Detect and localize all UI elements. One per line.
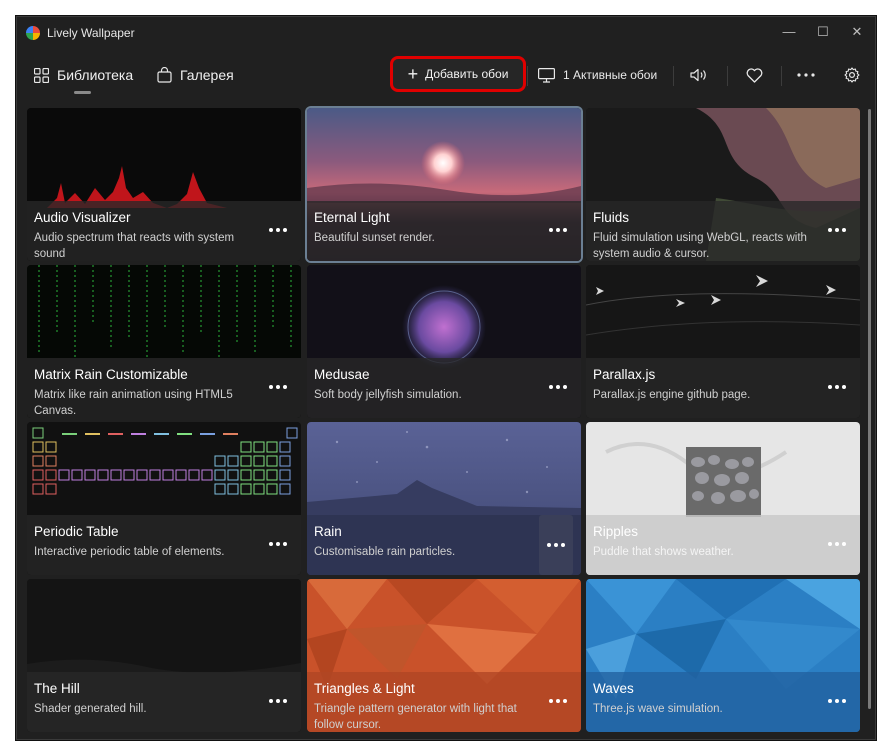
card-info: Eternal Light Beautiful sunset render. — [307, 201, 581, 261]
wallpaper-title: Periodic Table — [34, 524, 119, 539]
close-button[interactable]: ✕ — [840, 17, 874, 47]
wallpaper-title: The Hill — [34, 681, 80, 696]
wallpaper-description: Soft body jellyfish simulation. — [314, 389, 462, 401]
wallpaper-title: Matrix Rain Customizable — [34, 367, 188, 382]
nav-gallery[interactable]: Галерея — [157, 61, 234, 89]
wallpaper-description: Fluid simulation using WebGL, reacts wit… — [593, 232, 807, 260]
wallpaper-description: Interactive periodic table of elements. — [34, 546, 225, 558]
gear-icon — [844, 67, 860, 83]
separator — [727, 66, 728, 86]
wallpaper-title: Rain — [314, 524, 342, 539]
nav-library-label: Библиотека — [57, 67, 134, 83]
wallpaper-card[interactable]: Rain Customisable rain particles. — [307, 422, 581, 575]
add-wallpaper-button[interactable]: + Добавить обои — [390, 56, 526, 92]
card-more-button[interactable] — [261, 533, 295, 555]
card-more-button[interactable] — [820, 533, 854, 555]
plus-icon: + — [407, 64, 419, 84]
wallpaper-card[interactable]: Medusae Soft body jellyfish simulation. — [307, 265, 581, 418]
card-info: Rain Customisable rain particles. — [307, 515, 581, 575]
card-more-button[interactable] — [820, 690, 854, 712]
card-more-button[interactable] — [261, 376, 295, 398]
card-more-button[interactable] — [820, 376, 854, 398]
wallpaper-description: Matrix like rain animation using HTML5 C… — [34, 389, 233, 417]
more-button[interactable] — [792, 61, 820, 89]
wallpaper-title: Fluids — [593, 210, 630, 225]
card-info: Fluids Fluid simulation using WebGL, rea… — [586, 201, 860, 261]
grid-icon — [34, 67, 49, 83]
app-window: Lively Wallpaper — ☐ ✕ Библиотека Галере… — [16, 16, 876, 740]
separator — [781, 66, 782, 86]
title-bar: Lively Wallpaper — ☐ ✕ — [17, 17, 875, 49]
card-info: Matrix Rain Customizable Matrix like rai… — [27, 358, 301, 418]
wallpaper-description: Puddle that shows weather. — [593, 546, 734, 558]
wallpaper-card[interactable]: Matrix Rain Customizable Matrix like rai… — [27, 265, 301, 418]
wallpaper-card[interactable]: The Hill Shader generated hill. — [27, 579, 301, 732]
wallpaper-description: Audio spectrum that reacts with system s… — [34, 232, 235, 260]
wallpaper-card[interactable]: Waves Three.js wave simulation. — [586, 579, 860, 732]
card-more-button[interactable] — [541, 690, 575, 712]
wallpaper-description: Parallax.js engine github page. — [593, 389, 751, 401]
wallpaper-card[interactable]: Parallax.js Parallax.js engine github pa… — [586, 265, 860, 418]
minimize-button[interactable]: — — [772, 17, 806, 47]
shopping-bag-icon — [157, 67, 172, 83]
wallpaper-description: Shader generated hill. — [34, 703, 147, 715]
wallpaper-title: Triangles & Light — [314, 681, 415, 696]
card-info: Periodic Table Interactive periodic tabl… — [27, 515, 301, 575]
active-wallpapers-button[interactable]: 1 Активные обои — [538, 61, 657, 89]
wallpaper-card[interactable]: Triangles & Light Triangle pattern gener… — [307, 579, 581, 732]
app-logo-icon — [26, 26, 40, 40]
card-more-button[interactable] — [541, 376, 575, 398]
wallpaper-title: Medusae — [314, 367, 370, 382]
card-info: Triangles & Light Triangle pattern gener… — [307, 672, 581, 732]
card-info: Medusae Soft body jellyfish simulation. — [307, 358, 581, 418]
app-title: Lively Wallpaper — [47, 26, 135, 40]
nav-gallery-label: Галерея — [180, 67, 234, 83]
card-info: Parallax.js Parallax.js engine github pa… — [586, 358, 860, 418]
card-more-button[interactable] — [261, 219, 295, 241]
active-tab-indicator — [74, 91, 91, 94]
wallpaper-card[interactable]: Fluids Fluid simulation using WebGL, rea… — [586, 108, 860, 261]
toolbar: Библиотека Галерея + Добавить обои 1 Акт… — [17, 49, 875, 101]
more-icon — [797, 73, 815, 77]
card-info: The Hill Shader generated hill. — [27, 672, 301, 732]
card-more-button[interactable] — [539, 515, 573, 575]
separator — [673, 66, 674, 86]
card-more-button[interactable] — [261, 690, 295, 712]
card-more-button[interactable] — [541, 219, 575, 241]
wallpaper-card[interactable]: Audio Visualizer Audio spectrum that rea… — [27, 108, 301, 261]
wallpaper-title: Ripples — [593, 524, 639, 539]
favorites-button[interactable] — [740, 61, 768, 89]
wallpaper-title: Audio Visualizer — [34, 210, 131, 225]
monitor-icon — [538, 67, 555, 83]
add-wallpaper-label: Добавить обои — [425, 67, 509, 81]
wallpaper-title: Eternal Light — [314, 210, 390, 225]
separator — [527, 66, 528, 86]
wallpaper-description: Triangle pattern generator with light th… — [314, 703, 517, 731]
volume-button[interactable] — [685, 61, 713, 89]
card-more-button[interactable] — [820, 219, 854, 241]
heart-icon — [746, 67, 762, 83]
wallpaper-title: Waves — [593, 681, 634, 696]
wallpaper-title: Parallax.js — [593, 367, 656, 382]
scrollbar[interactable] — [868, 109, 871, 709]
card-info: Audio Visualizer Audio spectrum that rea… — [27, 201, 301, 261]
card-info: Ripples Puddle that shows weather. — [586, 515, 860, 575]
active-wallpapers-label: 1 Активные обои — [563, 68, 658, 82]
wallpaper-card[interactable]: Periodic Table Interactive periodic tabl… — [27, 422, 301, 575]
nav-library[interactable]: Библиотека — [34, 61, 133, 89]
maximize-button[interactable]: ☐ — [806, 17, 840, 47]
settings-button[interactable] — [838, 61, 866, 89]
wallpaper-description: Beautiful sunset render. — [314, 232, 435, 244]
wallpaper-description: Customisable rain particles. — [314, 546, 456, 558]
wallpaper-description: Three.js wave simulation. — [593, 703, 723, 715]
card-info: Waves Three.js wave simulation. — [586, 672, 860, 732]
speaker-icon — [690, 68, 706, 82]
wallpaper-card[interactable]: Eternal Light Beautiful sunset render. — [307, 108, 581, 261]
wallpaper-card[interactable]: Ripples Puddle that shows weather. — [586, 422, 860, 575]
